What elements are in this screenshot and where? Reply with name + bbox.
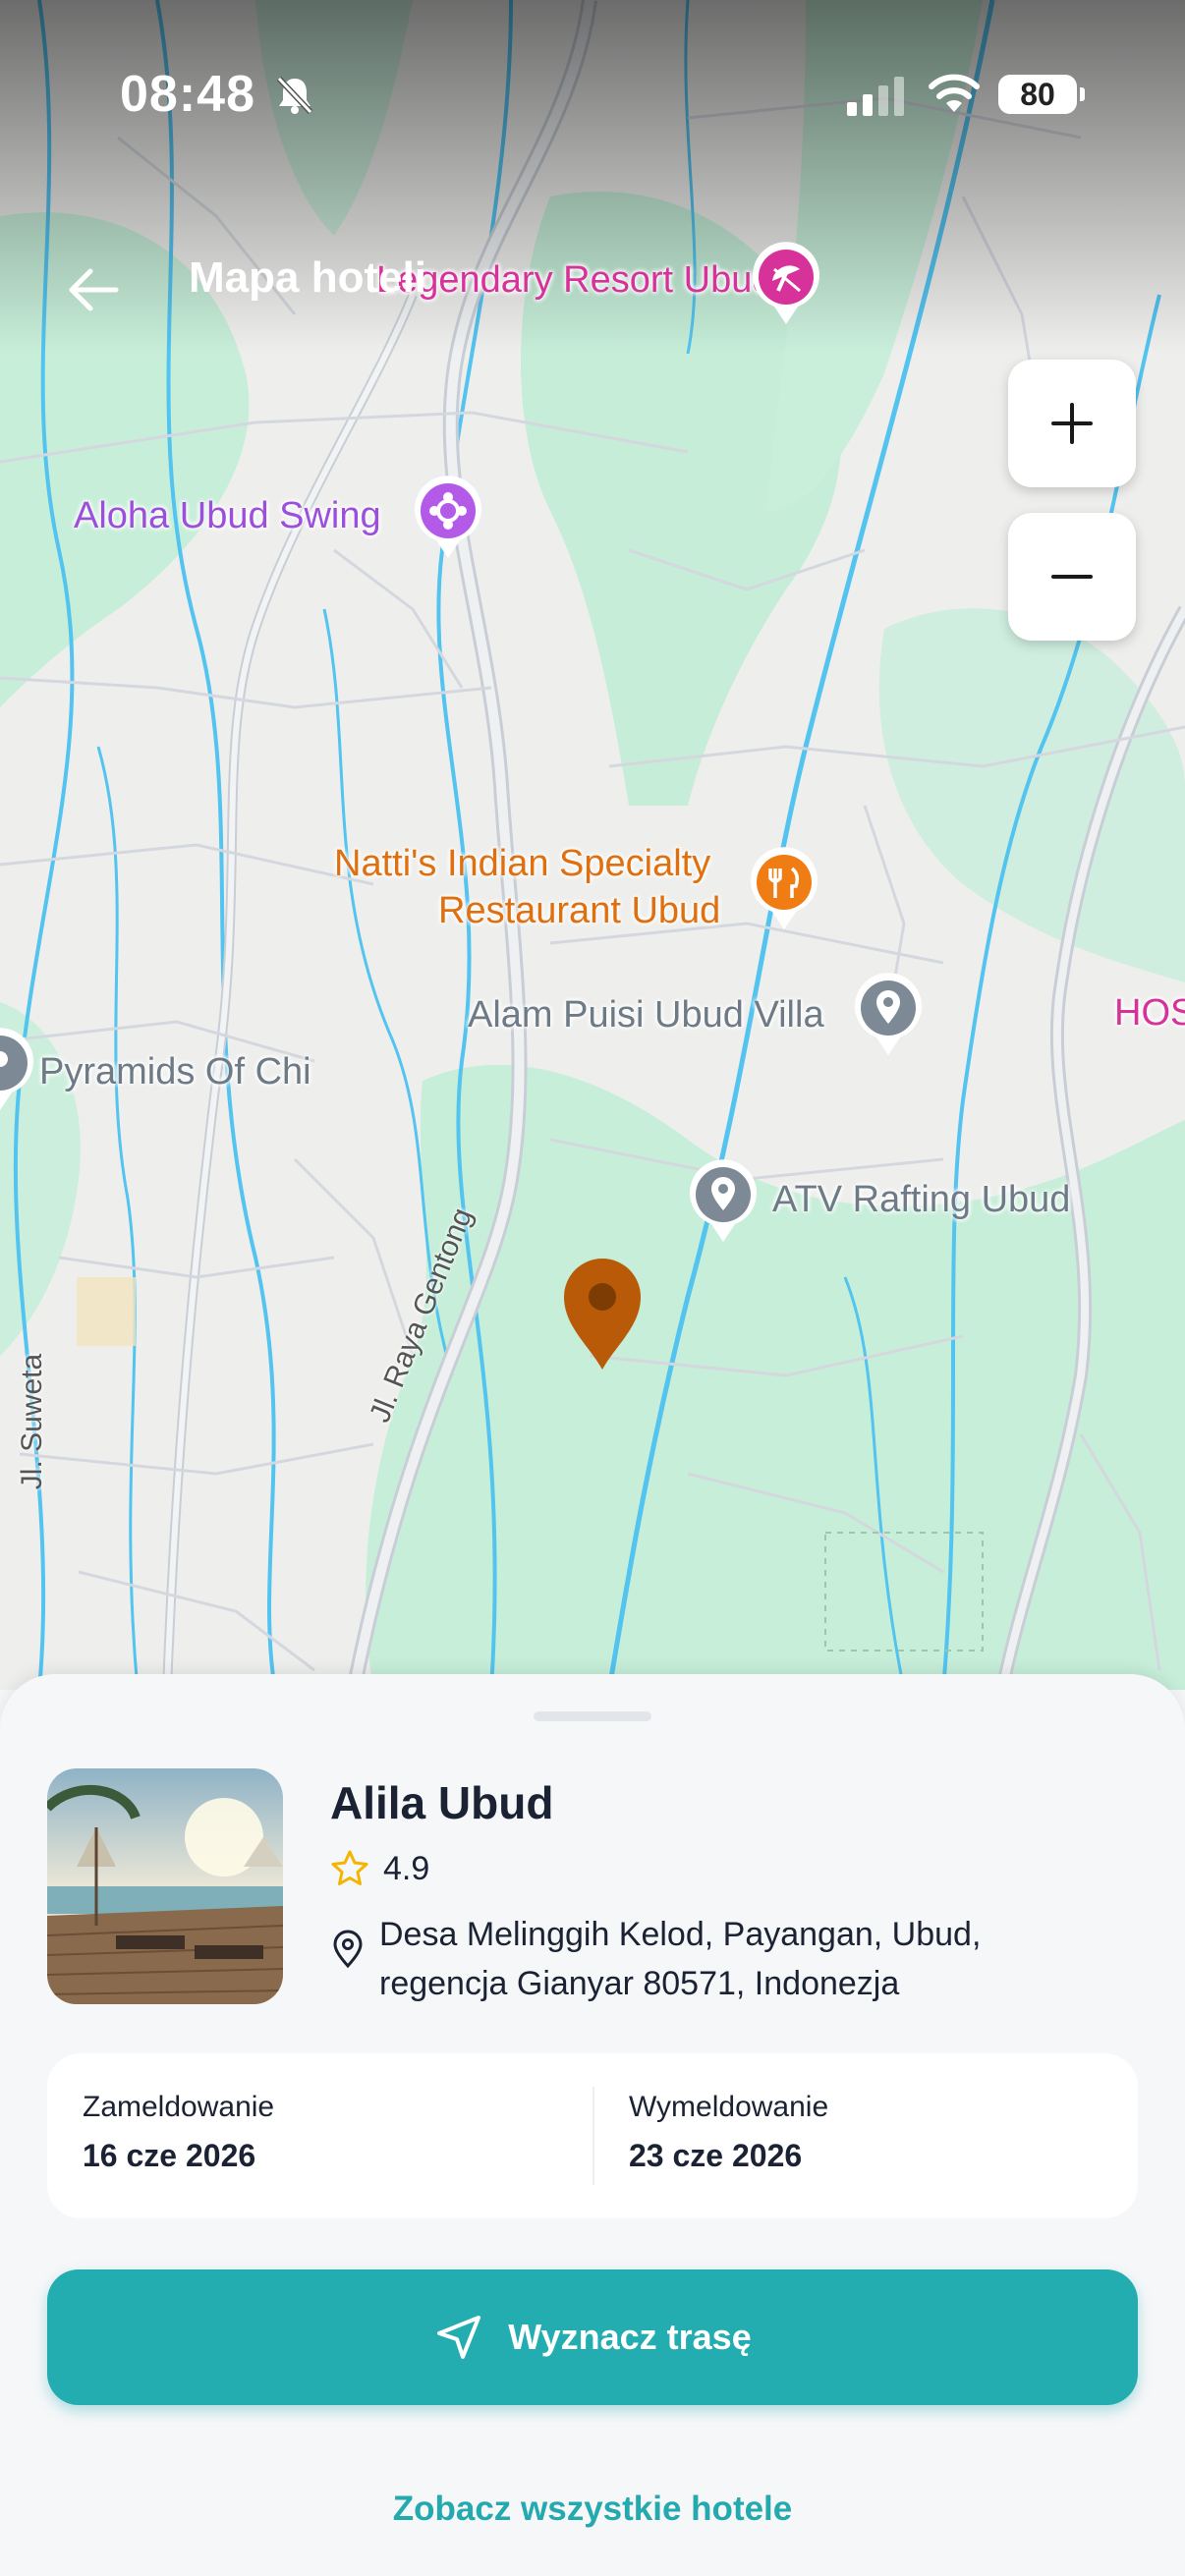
hotel-bottom-sheet: Alila Ubud 4.9 Desa Melinggih Kelod, Pay… [0, 1674, 1185, 2576]
status-bar: 08:48 80 [0, 0, 1185, 196]
get-directions-button[interactable]: Wyznacz trasę [47, 2269, 1138, 2405]
hotel-photo-image [47, 1768, 283, 2004]
poi-label: Alam Puisi Ubud Villa [468, 994, 824, 1036]
minus-icon [1051, 575, 1093, 579]
page-title: Mapa hoteli [189, 253, 427, 302]
back-arrow-icon[interactable] [59, 255, 128, 324]
rating-value: 4.9 [383, 1849, 430, 1887]
status-time: 08:48 [120, 66, 255, 123]
checkin-block: Zameldowanie 16 cze 2026 [83, 2091, 274, 2174]
poi-label-line2: Restaurant Ubud [438, 890, 721, 931]
poi-label-hos[interactable]: HOS [1114, 992, 1185, 1035]
location-pin-outline-icon [333, 1930, 363, 1969]
street-label-suweta: Jl. Suweta [16, 1353, 49, 1490]
checkin-label: Zameldowanie [83, 2091, 275, 2123]
hotel-photo [47, 1768, 283, 2004]
checkin-date: 16 cze 2026 [83, 2138, 256, 2173]
checkout-label: Wymeldowanie [629, 2091, 829, 2123]
cellular-signal-icon [847, 77, 904, 116]
attraction-pin-icon [415, 476, 481, 558]
hotel-name: Alila Ubud [330, 1777, 554, 1828]
wifi-icon [929, 74, 980, 112]
checkout-date: 23 cze 2026 [629, 2138, 803, 2173]
poi-label: Aloha Ubud Swing [74, 495, 381, 536]
location-pin-icon [0, 1028, 33, 1110]
plus-icon [1051, 403, 1093, 444]
see-all-hotels-link[interactable]: Zobacz wszystkie hotele [0, 2490, 1185, 2529]
map-view[interactable]: Legendary Resort Ubud Aloha Ubud Swing N… [0, 0, 1185, 1690]
hotel-rating: 4.9 [330, 1849, 429, 1888]
zoom-in-button[interactable] [1008, 360, 1136, 487]
poi-label: Pyramids Of Chi [39, 1051, 311, 1092]
zoom-out-button[interactable] [1008, 513, 1136, 641]
location-pin-icon [690, 1159, 757, 1242]
poi-label-line1: Natti's Indian Specialty [334, 843, 711, 884]
bell-muted-icon [276, 76, 313, 115]
hotel-address: Desa Melinggih Kelod, Payangan, Ubud, re… [330, 1910, 1077, 2008]
star-icon [331, 1850, 368, 1885]
battery-indicator: 80 [998, 75, 1085, 114]
address-text: Desa Melinggih Kelod, Payangan, Ubud, re… [379, 1916, 982, 2002]
navigation-arrow-icon [437, 2316, 481, 2359]
sheet-drag-handle[interactable] [534, 1711, 651, 1721]
app-header: Mapa hoteli [0, 236, 1185, 334]
hotel-location-marker-icon[interactable] [560, 1258, 645, 1372]
location-pin-icon [855, 973, 922, 1055]
restaurant-pin-icon [751, 847, 818, 929]
poi-label: ATV Rafting Ubud [772, 1179, 1071, 1220]
get-directions-label: Wyznacz trasę [508, 2317, 752, 2357]
dates-divider [592, 2087, 594, 2185]
checkout-block: Wymeldowanie 23 cze 2026 [629, 2091, 828, 2174]
stay-dates-card: Zameldowanie 16 cze 2026 Wymeldowanie 23… [47, 2053, 1138, 2218]
